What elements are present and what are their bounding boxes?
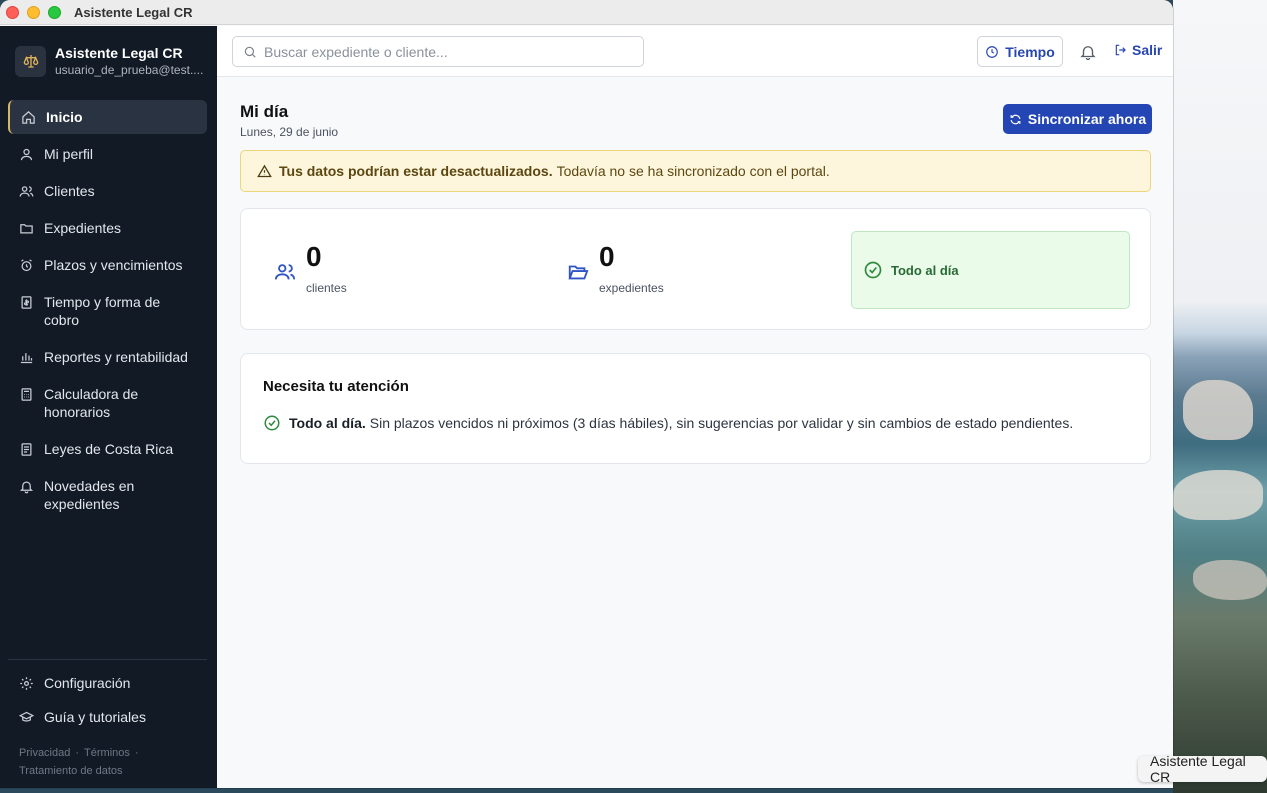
zoom-window-button[interactable]: [48, 5, 61, 19]
calculator-icon: [18, 385, 34, 403]
sidebar-item-calculadora[interactable]: Calculadora de honorarios: [8, 377, 207, 429]
sidebar-item-label: Guía y tutoriales: [44, 709, 146, 725]
brand: Asistente Legal CR usuario_de_prueba@tes…: [0, 26, 217, 77]
sidebar-item-label: Calculadora de honorarios: [44, 386, 139, 420]
search-icon: [244, 46, 256, 58]
tiempo-label: Tiempo: [1005, 43, 1055, 60]
sidebar-item-label: Tiempo y forma de cobro: [44, 294, 161, 328]
cases-stat[interactable]: 0 expedientes: [567, 241, 664, 295]
sidebar-item-configuracion[interactable]: Configuración: [8, 666, 207, 700]
cases-label: expedientes: [599, 281, 664, 295]
privacy-link[interactable]: Privacidad: [19, 747, 70, 759]
close-window-button[interactable]: [6, 5, 19, 19]
search-placeholder: Buscar expediente o cliente...: [264, 43, 448, 60]
folder-icon: [18, 219, 34, 237]
check-circle-icon: [864, 261, 882, 279]
clients-stat[interactable]: 0 clientes: [274, 241, 347, 295]
user-email: usuario_de_prueba@test....: [55, 63, 204, 77]
logout-label: Salir: [1132, 42, 1163, 58]
dock-tooltip: Asistente Legal CR: [1138, 753, 1267, 785]
sidebar-item-label: Novedades en expedientes: [44, 478, 135, 512]
clients-count: 0: [306, 241, 322, 272]
document-icon: [18, 440, 34, 458]
stale-data-alert: Tus datos podrían estar desactualizados.…: [240, 150, 1151, 192]
attention-bold: Todo al día.: [289, 415, 366, 431]
tiempo-button[interactable]: Tiempo: [977, 36, 1063, 67]
page-date: Lunes, 29 de junio: [240, 125, 339, 139]
scales-icon: [15, 45, 46, 77]
logout-button[interactable]: Salir: [1114, 42, 1162, 58]
sidebar-item-reportes[interactable]: Reportes y rentabilidad: [8, 340, 207, 374]
alert-text: Todavía no se ha sincronizado con el por…: [556, 163, 830, 179]
sidebar-item-label: Clientes: [44, 183, 95, 199]
attention-title: Necesita tu atención: [263, 378, 409, 395]
sidebar-item-novedades[interactable]: Novedades en expedientes: [8, 469, 207, 521]
receipt-icon: [18, 293, 34, 311]
sidebar-item-guia[interactable]: Guía y tutoriales: [8, 700, 207, 734]
sidebar-bottom-nav: Configuración Guía y tutoriales: [8, 666, 207, 734]
top-bar: Buscar expediente o cliente... Tiempo Sa…: [217, 26, 1173, 77]
attention-message: Todo al día. Sin plazos vencidos ni próx…: [263, 414, 1073, 432]
gear-icon: [18, 674, 34, 692]
page-title: Mi día: [240, 102, 289, 121]
sidebar-item-label: Mi perfil: [44, 146, 94, 162]
attention-text: Sin plazos vencidos ni próximos (3 días …: [369, 415, 1074, 431]
title-bar: Asistente Legal CR: [0, 0, 1173, 25]
sidebar-item-inicio[interactable]: Inicio: [8, 100, 207, 134]
sidebar-item-label: Leyes de Costa Rica: [44, 441, 174, 457]
data-treatment-link[interactable]: Tratamiento de datos: [19, 765, 123, 777]
sidebar-item-clientes[interactable]: Clientes: [8, 174, 207, 208]
home-icon: [20, 108, 36, 126]
sidebar-item-leyes[interactable]: Leyes de Costa Rica: [8, 432, 207, 466]
sync-now-button[interactable]: Sincronizar ahora: [1003, 104, 1152, 134]
sync-label: Sincronizar ahora: [1027, 111, 1147, 127]
cases-count: 0: [599, 241, 615, 272]
users-icon: [18, 182, 34, 200]
refresh-icon: [1010, 114, 1021, 124]
terms-link[interactable]: Términos: [84, 747, 130, 759]
search-input[interactable]: Buscar expediente o cliente...: [232, 36, 644, 67]
sidebar-item-mi-perfil[interactable]: Mi perfil: [8, 137, 207, 171]
logout-icon: [1115, 44, 1126, 56]
sidebar: Asistente Legal CR usuario_de_prueba@tes…: [0, 26, 217, 788]
graduation-cap-icon: [18, 708, 34, 726]
bar-chart-icon: [18, 348, 34, 366]
sidebar-item-label: Reportes y rentabilidad: [44, 349, 188, 365]
alert-title: Tus datos podrían estar desactualizados.: [279, 163, 553, 179]
desktop-background: [1173, 0, 1267, 793]
notifications-bell-icon[interactable]: [1079, 43, 1097, 61]
legal-links: Privacidad · Términos · Tratamiento de dato…: [19, 747, 139, 777]
sidebar-item-expedientes[interactable]: Expedientes: [8, 211, 207, 245]
sidebar-divider: [8, 659, 207, 660]
stats-card: 0 clientes 0 expedientes Todo al día: [240, 208, 1151, 330]
window-title: Asistente Legal CR: [74, 4, 193, 20]
clock-icon: [986, 45, 999, 58]
attention-card: Necesita tu atención Todo al día. Sin pl…: [240, 353, 1151, 464]
sidebar-item-plazos[interactable]: Plazos y vencimientos: [8, 248, 207, 282]
user-icon: [18, 145, 34, 163]
sidebar-item-label: Plazos y vencimientos: [44, 257, 183, 273]
minimize-window-button[interactable]: [27, 5, 40, 19]
bell-icon: [18, 477, 34, 495]
clients-label: clientes: [306, 281, 347, 295]
all-up-to-date-status: Todo al día: [851, 231, 1130, 309]
status-text: Todo al día: [891, 262, 959, 278]
app-window: Asistente Legal CR Asistente Legal CR us…: [0, 0, 1173, 788]
brand-name: Asistente Legal CR: [55, 45, 183, 61]
sidebar-item-tiempo-cobro[interactable]: Tiempo y forma de cobro: [8, 285, 207, 337]
check-circle-icon: [264, 415, 280, 431]
users-icon: [274, 264, 296, 280]
warning-icon: [257, 164, 272, 177]
sidebar-item-label: Configuración: [44, 675, 131, 691]
sidebar-nav: Inicio Mi perfil Clientes Expedientes Pl…: [8, 100, 207, 524]
alarm-clock-icon: [18, 256, 34, 274]
sidebar-item-label: Expedientes: [44, 220, 122, 236]
main-content: Mi día Lunes, 29 de junio Sincronizar ah…: [217, 77, 1173, 788]
sidebar-item-label: Inicio: [46, 109, 83, 125]
folder-open-icon: [568, 265, 589, 280]
